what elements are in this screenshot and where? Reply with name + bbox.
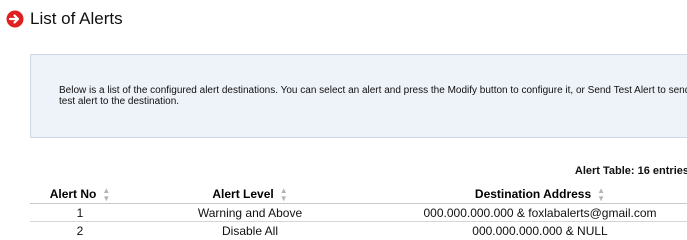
table-caption: Alert Table: 16 entries xyxy=(574,165,687,177)
column-header-destination[interactable]: Destination Address ▲ ▼ xyxy=(370,186,687,204)
cell-destination: 000.000.000.000 & NULL xyxy=(370,221,687,235)
table-row[interactable]: 2 Disable All 000.000.000.000 & NULL xyxy=(30,221,687,235)
cell-alert-no: 1 xyxy=(30,203,130,222)
cell-alert-level: Disable All xyxy=(130,221,370,235)
column-header-alert-no[interactable]: Alert No ▲ ▼ xyxy=(30,186,130,204)
column-header-alert-level[interactable]: Alert Level ▲ ▼ xyxy=(130,186,370,204)
sort-icon[interactable]: ▲ ▼ xyxy=(597,186,605,203)
info-panel: Below is a list of the configured alert … xyxy=(30,54,687,138)
alert-table: Alert No ▲ ▼ Alert Level ▲ ▼ Destination Add… xyxy=(30,186,687,235)
table-row[interactable]: 1 Warning and Above 000.000.000.000 & fo… xyxy=(30,203,687,222)
page-title: List of Alerts xyxy=(30,9,123,28)
page-header: List of Alerts xyxy=(6,8,123,30)
cell-alert-no: 2 xyxy=(30,221,130,235)
cell-destination: 000.000.000.000 & foxlabalerts@gmail.com xyxy=(370,203,687,222)
arrow-circle-right-icon xyxy=(6,10,24,28)
column-header-label: Alert No xyxy=(49,186,97,201)
sort-icon[interactable]: ▲ ▼ xyxy=(280,186,288,203)
cell-alert-level: Warning and Above xyxy=(130,203,370,222)
column-header-label: Destination Address xyxy=(474,186,592,201)
table-header-row: Alert No ▲ ▼ Alert Level ▲ ▼ Destination Add… xyxy=(30,186,687,204)
sort-icon[interactable]: ▲ ▼ xyxy=(102,186,110,203)
page: List of Alerts Below is a list of the co… xyxy=(0,0,687,235)
info-text: Below is a list of the configured alert … xyxy=(59,85,687,107)
column-header-label: Alert Level xyxy=(212,186,274,201)
